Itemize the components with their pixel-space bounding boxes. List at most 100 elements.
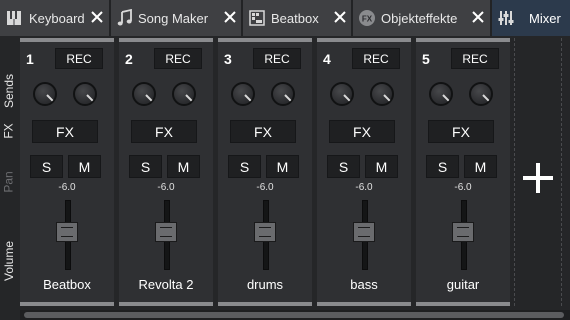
channel-name: Beatbox <box>43 277 91 292</box>
fx-button[interactable]: FX <box>131 120 197 143</box>
pan-label: Pan <box>2 171 17 193</box>
rec-button[interactable]: REC <box>154 48 202 69</box>
knob-indicator <box>442 94 450 102</box>
rec-button[interactable]: REC <box>55 48 103 69</box>
volume-value: -6.0 <box>58 182 76 193</box>
tab-label: Keyboard <box>29 11 85 26</box>
knob-indicator <box>343 94 351 102</box>
solo-button[interactable]: S <box>426 155 459 178</box>
strip-top-bar <box>20 38 114 42</box>
piano-icon <box>7 11 21 25</box>
channel-number: 4 <box>323 51 331 67</box>
send-knob-1[interactable] <box>429 82 453 106</box>
volume-value: -6.0 <box>157 182 175 193</box>
tab-label: Beatbox <box>271 11 319 26</box>
mute-button[interactable]: M <box>464 155 497 178</box>
solo-button[interactable]: S <box>228 155 261 178</box>
close-icon[interactable] <box>91 11 103 23</box>
channel-name: bass <box>350 277 378 292</box>
send-knob-1[interactable] <box>33 82 57 106</box>
strip-top-bar <box>218 38 312 42</box>
solo-button[interactable]: S <box>327 155 360 178</box>
tab-keyboard[interactable]: Keyboard <box>0 0 111 36</box>
strip-top-bar <box>119 38 213 42</box>
tab-bar: Keyboard Song Maker Beatbox FX Objekteff… <box>0 0 570 36</box>
knob-indicator <box>46 94 54 102</box>
channel-number: 3 <box>224 51 232 67</box>
volume-fader-handle[interactable] <box>56 222 78 242</box>
knob-indicator <box>185 94 193 102</box>
channel-name: Revolta 2 <box>138 277 194 292</box>
knob-indicator <box>383 94 391 102</box>
grid-icon <box>249 10 265 26</box>
channel-number: 1 <box>26 51 34 67</box>
rec-button[interactable]: REC <box>451 48 499 69</box>
tab-mixer[interactable]: Mixer <box>492 0 570 36</box>
volume-label: Volume <box>2 240 16 282</box>
volume-value: -6.0 <box>355 182 373 193</box>
volume-fader-handle[interactable] <box>452 222 474 242</box>
channel-strip: 2 REC FX S M -6.0 Revolta 2 <box>119 38 213 306</box>
sends-label: Sends <box>2 73 16 109</box>
send-knob-1[interactable] <box>132 82 156 106</box>
tab-objekteffekte[interactable]: FX Objekteffekte <box>353 0 492 36</box>
send-knob-2[interactable] <box>370 82 394 106</box>
fx-button[interactable]: FX <box>329 120 395 143</box>
send-knob-2[interactable] <box>271 82 295 106</box>
tab-label: Objekteffekte <box>381 11 458 26</box>
volume-fader-handle[interactable] <box>254 222 276 242</box>
volume-value: -6.0 <box>454 182 472 193</box>
mute-button[interactable]: M <box>365 155 398 178</box>
fx-label: FX <box>2 123 16 139</box>
mute-button[interactable]: M <box>167 155 200 178</box>
mute-button[interactable]: M <box>68 155 101 178</box>
close-icon[interactable] <box>334 11 346 23</box>
rec-button[interactable]: REC <box>352 48 400 69</box>
channel-name: guitar <box>446 277 480 292</box>
send-knob-2[interactable] <box>73 82 97 106</box>
knob-indicator <box>244 94 252 102</box>
strip-bottom-bar <box>416 302 510 306</box>
strip-bottom-bar <box>119 302 213 306</box>
volume-value: -6.0 <box>256 182 274 193</box>
knob-indicator <box>284 94 292 102</box>
horizontal-scrollbar[interactable] <box>20 310 570 320</box>
send-knob-1[interactable] <box>231 82 255 106</box>
mute-button[interactable]: M <box>266 155 299 178</box>
knob-indicator <box>86 94 94 102</box>
channel-strip: 5 REC FX S M -6.0 guitar <box>416 38 510 306</box>
svg-text:FX: FX <box>362 15 373 24</box>
strip-top-bar <box>317 38 411 42</box>
strip-top-bar <box>416 38 510 42</box>
send-knob-2[interactable] <box>172 82 196 106</box>
knob-indicator <box>482 94 490 102</box>
solo-button[interactable]: S <box>129 155 162 178</box>
tab-song-maker[interactable]: Song Maker <box>111 0 243 36</box>
close-icon[interactable] <box>472 11 484 23</box>
fx-button[interactable]: FX <box>428 120 494 143</box>
mixer-sliders-icon <box>498 11 514 25</box>
tab-beatbox[interactable]: Beatbox <box>243 0 353 36</box>
channel-number: 2 <box>125 51 133 67</box>
solo-button[interactable]: S <box>30 155 63 178</box>
send-knob-2[interactable] <box>469 82 493 106</box>
tab-label: Song Maker <box>138 11 209 26</box>
scrollbar-thumb[interactable] <box>24 312 564 318</box>
channel-name: drums <box>246 277 284 292</box>
fx-button[interactable]: FX <box>230 120 296 143</box>
fx-button[interactable]: FX <box>32 120 98 143</box>
close-icon[interactable] <box>224 11 236 23</box>
fx-circle-icon: FX <box>359 10 375 26</box>
volume-fader-handle[interactable] <box>155 222 177 242</box>
channel-strip: 1 REC FX S M -6.0 Beatbox <box>20 38 114 306</box>
strip-bottom-bar <box>20 302 114 306</box>
strip-bottom-bar <box>317 302 411 306</box>
music-note-icon <box>117 9 132 26</box>
plus-icon[interactable] <box>520 160 556 196</box>
volume-fader-handle[interactable] <box>353 222 375 242</box>
strip-bottom-bar <box>218 302 312 306</box>
channel-strip: 4 REC FX S M -6.0 bass <box>317 38 411 306</box>
rec-button[interactable]: REC <box>253 48 301 69</box>
channel-number: 5 <box>422 51 430 67</box>
send-knob-1[interactable] <box>330 82 354 106</box>
